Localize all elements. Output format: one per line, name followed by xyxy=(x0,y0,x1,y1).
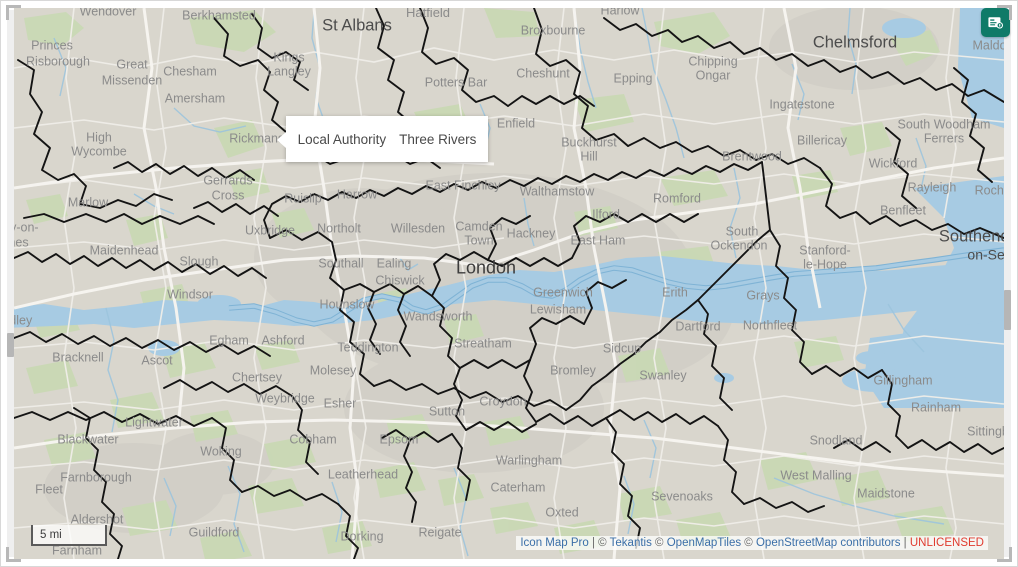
map-application: Wendover Berkhamsted St Albans Hatfield Brox… xyxy=(0,0,1018,567)
attribution-openstreetmap[interactable]: OpenStreetMap contributors xyxy=(756,537,900,549)
attribution-sep-2: | xyxy=(903,537,907,549)
tooltip-arrow-icon xyxy=(277,132,286,148)
map-viewport[interactable]: Wendover Berkhamsted St Albans Hatfield Brox… xyxy=(14,8,1004,559)
map-canvas[interactable] xyxy=(14,8,1004,559)
tooltip-field-value: Three Rivers xyxy=(399,131,477,147)
copyright-symbol-2: © xyxy=(655,537,664,549)
vertical-scrollbar-left-thumb[interactable] xyxy=(7,333,14,357)
corner-marker-top-right xyxy=(997,5,1012,20)
scale-label: 5 mi xyxy=(40,528,62,541)
attribution-vendor[interactable]: Tekantis xyxy=(610,537,652,549)
vertical-scrollbar-right-track[interactable] xyxy=(1004,10,1011,557)
map-tooltip: Local Authority Three Rivers xyxy=(277,116,488,162)
tooltip-field-label: Local Authority xyxy=(297,131,387,147)
corner-marker-top-left xyxy=(6,5,21,20)
attribution-sep-1: | xyxy=(591,537,595,549)
copyright-symbol-1: © xyxy=(598,537,607,549)
attribution-bar[interactable]: Icon Map Pro | © Tekantis © OpenMapTiles… xyxy=(516,536,988,550)
copyright-symbol-3: © xyxy=(744,537,753,549)
corner-marker-bottom-left xyxy=(6,547,21,562)
attribution-openmaptiles[interactable]: OpenMapTiles xyxy=(667,537,741,549)
corner-marker-bottom-right xyxy=(997,547,1012,562)
vertical-scrollbar-right-thumb[interactable] xyxy=(1004,290,1011,330)
scale-bar: 5 mi xyxy=(31,525,107,546)
tooltip-row: Local Authority Three Rivers xyxy=(290,132,485,147)
attribution-product[interactable]: Icon Map Pro xyxy=(520,537,588,549)
vertical-scrollbar-left-track[interactable] xyxy=(7,10,14,557)
license-status: UNLICENSED xyxy=(909,537,984,549)
